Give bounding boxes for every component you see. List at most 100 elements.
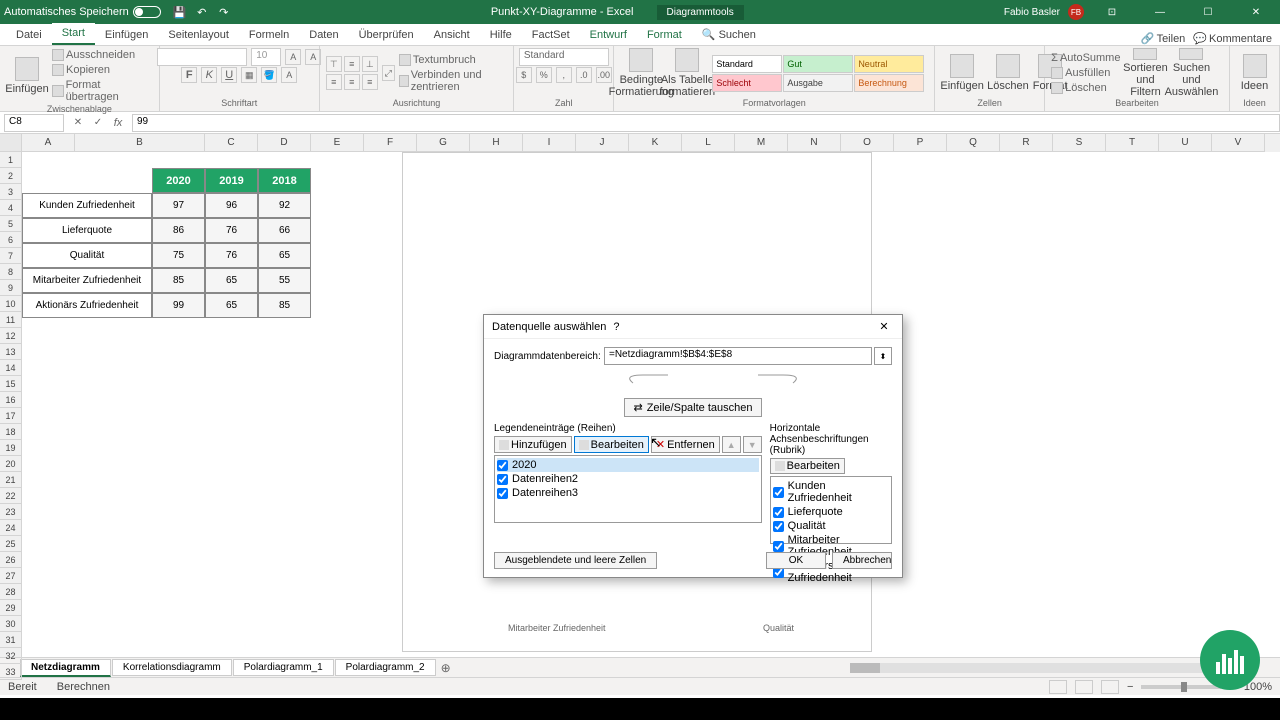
tab-format[interactable]: Format [637, 25, 692, 45]
close-icon[interactable]: ✕ [1236, 7, 1276, 18]
autosave-toggle[interactable]: Automatisches Speichern [4, 6, 161, 18]
redo-icon[interactable]: ↷ [217, 5, 231, 19]
format-painter-button[interactable]: Format übertragen [52, 78, 153, 104]
row-header[interactable]: 9 [0, 280, 22, 296]
table-cell[interactable]: 65 [205, 293, 258, 318]
select-all-cell[interactable] [0, 134, 22, 152]
align-center-icon[interactable]: ≡ [344, 74, 360, 90]
sheet-tab-polar2[interactable]: Polardiagramm_2 [335, 659, 436, 676]
tab-datei[interactable]: Datei [6, 25, 52, 45]
column-header[interactable]: T [1106, 134, 1159, 152]
row-header[interactable]: 2 [0, 168, 22, 184]
paste-button[interactable]: Einfügen [6, 51, 48, 101]
add-series-button[interactable]: Hinzufügen [494, 436, 572, 453]
currency-icon[interactable]: $ [516, 67, 532, 83]
row-header[interactable]: 22 [0, 488, 22, 504]
sheet-tab-netzdiagramm[interactable]: Netzdiagramm [20, 659, 111, 677]
tab-factset[interactable]: FactSet [522, 25, 580, 45]
edit-axis-button[interactable]: Bearbeiten [770, 458, 845, 474]
ok-button[interactable]: OK [766, 552, 826, 569]
comma-icon[interactable]: , [556, 67, 572, 83]
inc-decimal-icon[interactable]: .0 [576, 67, 592, 83]
row-header[interactable]: 21 [0, 472, 22, 488]
maximize-icon[interactable]: ☐ [1188, 7, 1228, 18]
dialog-help-icon[interactable]: ? [606, 321, 626, 333]
comments-button[interactable]: 💬 Kommentare [1193, 32, 1272, 45]
swap-row-column-button[interactable]: ⇄ Zeile/Spalte tauschen [624, 398, 761, 417]
categories-list[interactable]: Kunden Zufriedenheit Lieferquote Qualitä… [770, 476, 892, 544]
clear-button[interactable]: Löschen [1051, 81, 1120, 95]
sheet-tab-polar1[interactable]: Polardiagramm_1 [233, 659, 334, 676]
tab-einfuegen[interactable]: Einfügen [95, 25, 158, 45]
worksheet-grid[interactable]: 1234567891011121314151617181920212223242… [0, 134, 1280, 657]
page-layout-view-icon[interactable] [1075, 680, 1093, 694]
row-header[interactable]: 8 [0, 264, 22, 280]
column-header[interactable]: R [1000, 134, 1053, 152]
column-header[interactable]: F [364, 134, 417, 152]
row-header[interactable]: 31 [0, 632, 22, 648]
search-tab[interactable]: 🔍 Suchen [692, 24, 766, 45]
row-header[interactable]: 29 [0, 600, 22, 616]
underline-button[interactable]: U [221, 67, 237, 83]
increase-font-icon[interactable]: A [285, 49, 301, 65]
tab-formeln[interactable]: Formeln [239, 25, 299, 45]
row-header[interactable]: 5 [0, 216, 22, 232]
font-family-select[interactable] [157, 48, 247, 66]
normal-view-icon[interactable] [1049, 680, 1067, 694]
cell-styles-gallery[interactable]: Standard Gut Neutral Schlecht Ausgabe Be… [712, 55, 924, 92]
column-header[interactable]: P [894, 134, 947, 152]
bold-button[interactable]: F [181, 67, 197, 83]
row-header[interactable]: 27 [0, 568, 22, 584]
edit-series-button[interactable]: Bearbeiten [574, 436, 649, 453]
row-header[interactable]: 3 [0, 184, 22, 200]
column-header[interactable]: K [629, 134, 682, 152]
name-box[interactable]: C8 [4, 114, 64, 132]
table-cell[interactable]: 96 [205, 193, 258, 218]
chart-range-input[interactable]: =Netzdiagramm!$B$4:$E$8 [604, 347, 872, 365]
row-header[interactable]: 33 [0, 664, 22, 680]
zoom-out-icon[interactable]: − [1127, 681, 1133, 693]
remove-series-button[interactable]: ✕Entfernen [651, 436, 720, 453]
row-header[interactable]: 6 [0, 232, 22, 248]
table-cell[interactable]: 85 [152, 268, 205, 293]
italic-button[interactable]: K [201, 67, 217, 83]
column-header[interactable]: V [1212, 134, 1265, 152]
row-header[interactable]: 28 [0, 584, 22, 600]
ideas-button[interactable]: Ideen [1236, 48, 1273, 98]
column-header[interactable]: Q [947, 134, 1000, 152]
tab-entwurf[interactable]: Entwurf [580, 25, 637, 45]
add-sheet-button[interactable]: ⊕ [437, 661, 455, 675]
column-header[interactable]: A [22, 134, 75, 152]
table-cell[interactable]: 97 [152, 193, 205, 218]
row-header[interactable]: 10 [0, 296, 22, 312]
table-cell[interactable]: 65 [258, 243, 311, 268]
row-header[interactable]: 11 [0, 312, 22, 328]
column-header[interactable]: U [1159, 134, 1212, 152]
row-header[interactable]: 4 [0, 200, 22, 216]
user-avatar[interactable]: FB [1068, 4, 1084, 20]
row-header[interactable]: 24 [0, 520, 22, 536]
column-header[interactable]: H [470, 134, 523, 152]
row-header[interactable]: 23 [0, 504, 22, 520]
column-header[interactable]: O [841, 134, 894, 152]
align-left-icon[interactable]: ≡ [326, 74, 342, 90]
column-header[interactable]: N [788, 134, 841, 152]
row-header[interactable]: 17 [0, 408, 22, 424]
save-icon[interactable]: 💾 [173, 5, 187, 19]
row-header[interactable]: 32 [0, 648, 22, 664]
column-header[interactable]: I [523, 134, 576, 152]
column-header[interactable]: S [1053, 134, 1106, 152]
row-header[interactable]: 26 [0, 552, 22, 568]
row-header[interactable]: 12 [0, 328, 22, 344]
table-cell[interactable]: 75 [152, 243, 205, 268]
cancel-formula-icon[interactable]: ✕ [70, 115, 86, 131]
zoom-slider[interactable] [1141, 685, 1221, 689]
wrap-text-button[interactable]: Textumbruch [399, 53, 507, 67]
range-select-icon[interactable]: ⬍ [874, 347, 892, 365]
table-cell[interactable]: 55 [258, 268, 311, 293]
formula-input[interactable]: 99 [132, 114, 1280, 132]
font-size-select[interactable]: 10 [251, 48, 281, 66]
align-top-icon[interactable]: ⊤ [326, 56, 342, 72]
table-cell[interactable]: 86 [152, 218, 205, 243]
page-break-view-icon[interactable] [1101, 680, 1119, 694]
